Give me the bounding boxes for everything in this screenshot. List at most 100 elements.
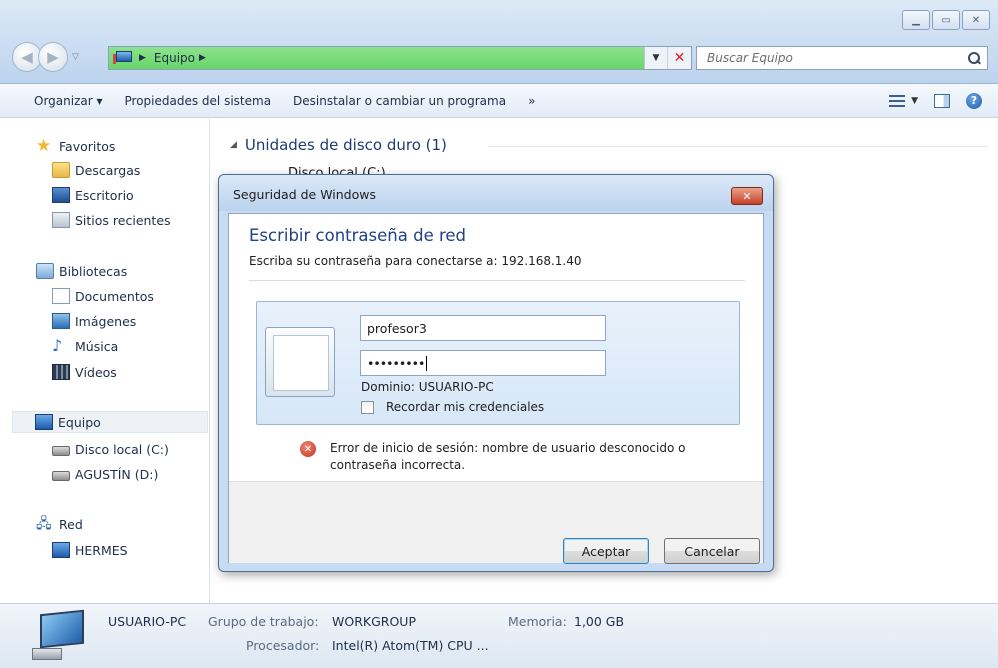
sidebar-item-label: Descargas (75, 162, 141, 178)
drive-group-header[interactable]: ◢ Unidades de disco duro (1) (230, 136, 447, 154)
dialog-divider (249, 280, 745, 281)
computer-name: USUARIO-PC (108, 614, 187, 629)
nav-buttons: ◀ ▶ ▽ (12, 42, 79, 72)
address-controls: ▼ ✕ (644, 47, 691, 69)
dialog-subtitle: Escriba su contraseña para conectarse a:… (249, 254, 582, 268)
dialog-heading: Escribir contraseña de red (249, 226, 467, 245)
minimize-button[interactable]: ▁ (902, 10, 930, 30)
username-field[interactable]: profesor3 (360, 315, 606, 341)
navigation-pane: ★ Favoritos Descargas Escritorio Sitios … (0, 119, 210, 603)
window-titlebar: ▁ ▭ ✕ ◀ ▶ ▽ ▶ Equipo ▶ ▼ ✕ Buscar Equipo (0, 0, 998, 84)
documents-icon (52, 288, 70, 304)
hard-drive-icon (52, 446, 70, 456)
sidebar-item-desktop[interactable]: Escritorio (52, 184, 134, 206)
music-note-icon: ♪ (52, 336, 63, 355)
sidebar-item-documents[interactable]: Documentos (52, 285, 154, 307)
video-film-icon (52, 364, 70, 380)
sidebar-item-disk-c[interactable]: Disco local (C:) (52, 438, 169, 460)
hard-drive-icon (52, 471, 70, 481)
forward-button[interactable]: ▶ (38, 42, 68, 72)
cancel-button[interactable]: Cancelar (664, 538, 760, 564)
system-properties-button[interactable]: Propiedades del sistema (125, 94, 272, 108)
breadcrumb-arrow-icon[interactable]: ▶ (199, 53, 206, 63)
sidebar-item-label: Bibliotecas (59, 263, 128, 279)
help-icon[interactable]: ? (966, 92, 982, 109)
address-dropdown-icon[interactable]: ▼ (645, 53, 667, 63)
computer-icon (113, 50, 135, 66)
change-view-button[interactable]: ▼ (889, 94, 918, 108)
sidebar-item-label: Escritorio (75, 187, 134, 203)
sidebar-item-computer[interactable]: Equipo (12, 411, 208, 433)
dialog-title: Seguridad de Windows (233, 187, 376, 202)
sidebar-item-disk-d[interactable]: AGUSTÍN (D:) (52, 463, 158, 485)
sidebar-item-videos[interactable]: Vídeos (52, 361, 117, 383)
domain-label: Dominio: USUARIO-PC (361, 380, 494, 394)
sidebar-item-images[interactable]: Imágenes (52, 310, 136, 332)
network-computer-icon (52, 542, 70, 558)
computer-icon (35, 414, 53, 430)
sidebar-item-network[interactable]: 🖧 Red (36, 513, 83, 535)
organize-menu[interactable]: Organizar ▾ (34, 94, 103, 108)
sidebar-item-label: Vídeos (75, 364, 117, 380)
security-dialog: Seguridad de Windows ✕ Escribir contrase… (218, 174, 774, 572)
processor-label: Procesador: (246, 638, 320, 653)
group-divider (488, 146, 988, 147)
error-icon: ✕ (300, 441, 316, 457)
computer-large-icon (32, 609, 88, 660)
sidebar-item-label: Documentos (75, 288, 154, 304)
password-field[interactable]: ••••••••• (360, 350, 606, 376)
processor-value: Intel(R) Atom(TM) CPU ... (332, 638, 489, 653)
chevron-down-icon: ▼ (911, 95, 918, 106)
text-caret (426, 355, 428, 371)
sidebar-item-label: Equipo (58, 414, 101, 430)
stop-refresh-button[interactable]: ✕ (667, 47, 691, 69)
sidebar-item-downloads[interactable]: Descargas (52, 159, 140, 181)
pictures-icon (52, 313, 70, 329)
checkbox-box[interactable] (361, 400, 374, 414)
more-commands-button[interactable]: » (528, 94, 535, 108)
search-icon[interactable] (968, 51, 981, 65)
workgroup-label: Grupo de trabajo: (208, 614, 319, 629)
memory-label: Memoria: (508, 614, 567, 629)
uninstall-program-button[interactable]: Desinstalar o cambiar un programa (293, 94, 506, 108)
credential-tile: profesor3 ••••••••• Dominio: USUARIO-PC … (256, 301, 740, 425)
network-icon: 🖧 (36, 516, 52, 532)
dialog-titlebar[interactable]: Seguridad de Windows ✕ (219, 175, 773, 211)
sidebar-item-hermes[interactable]: HERMES (52, 539, 128, 561)
ok-button[interactable]: Aceptar (563, 538, 649, 564)
error-line-1: Error de inicio de sesión: nombre de usu… (330, 441, 686, 455)
sidebar-item-label: Música (75, 338, 119, 354)
dialog-close-button[interactable]: ✕ (731, 187, 763, 205)
remember-credentials-checkbox[interactable]: Recordar mis credenciales (361, 400, 544, 414)
desktop-icon (52, 187, 70, 203)
close-window-button[interactable]: ✕ (962, 10, 990, 30)
preview-pane-icon[interactable] (934, 93, 950, 108)
error-line-2: contraseña incorrecta. (330, 458, 466, 472)
sidebar-item-label: HERMES (75, 542, 128, 558)
sidebar-item-recent[interactable]: Sitios recientes (52, 209, 171, 231)
user-avatar-icon (265, 327, 335, 397)
collapse-triangle-icon[interactable]: ◢ (230, 140, 237, 150)
sidebar-item-label: Imágenes (75, 313, 137, 329)
breadcrumb-arrow-icon[interactable]: ▶ (139, 53, 146, 63)
window-controls: ▁ ▭ ✕ (902, 10, 990, 30)
maximize-button[interactable]: ▭ (932, 10, 960, 30)
recent-pages-dropdown[interactable]: ▽ (72, 52, 79, 62)
sidebar-item-favorites[interactable]: ★ Favoritos (36, 135, 115, 157)
sidebar-item-libraries[interactable]: Bibliotecas (36, 260, 127, 282)
sidebar-item-label: Red (59, 516, 83, 532)
search-input[interactable]: Buscar Equipo (696, 46, 988, 70)
memory-value: 1,00 GB (574, 614, 625, 629)
search-placeholder: Buscar Equipo (707, 51, 793, 65)
view-options-icon (889, 94, 906, 108)
sidebar-item-label: Favoritos (59, 138, 116, 154)
sidebar-item-label: AGUSTÍN (D:) (75, 466, 159, 482)
sidebar-item-label: Sitios recientes (75, 212, 171, 228)
sidebar-item-music[interactable]: ♪ Música (52, 335, 118, 357)
error-message: Error de inicio de sesión: nombre de usu… (330, 440, 750, 474)
address-bar[interactable]: ▶ Equipo ▶ ▼ ✕ (108, 46, 692, 70)
workgroup-value: WORKGROUP (332, 614, 416, 629)
details-pane: USUARIO-PC Grupo de trabajo: WORKGROUP M… (0, 603, 998, 668)
breadcrumb-location[interactable]: Equipo (154, 51, 195, 65)
libraries-icon (36, 263, 54, 279)
